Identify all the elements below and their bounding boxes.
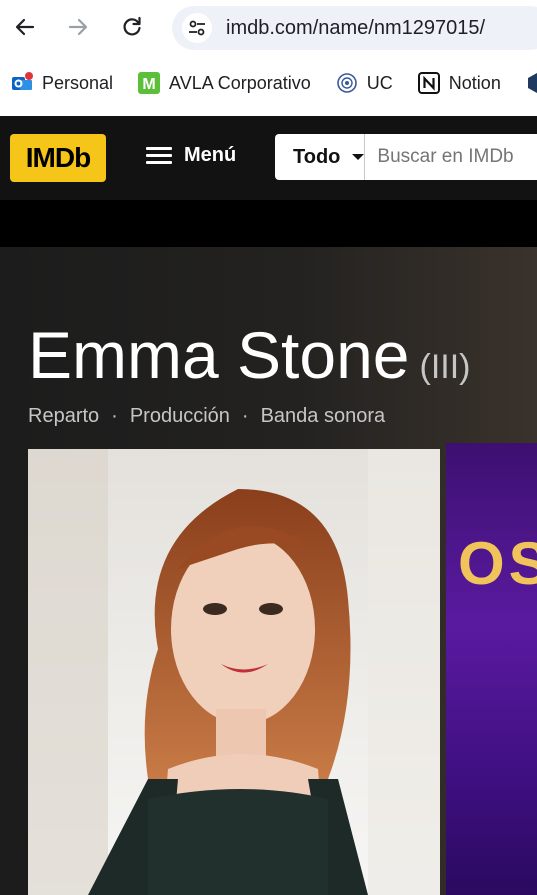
person-name-suffix: (III) (419, 348, 471, 386)
person-roles: Reparto · Producción · Banda sonora (28, 405, 385, 428)
separator-dot: · (111, 405, 118, 427)
notion-icon (417, 71, 441, 95)
search-input[interactable] (365, 137, 537, 177)
outlook-icon (10, 71, 34, 95)
bookmark-label: Notion (448, 72, 501, 93)
bookmark-uc[interactable]: UC (335, 71, 393, 95)
role-item: Producción (129, 405, 230, 427)
bookmark-notion[interactable]: Notion (417, 71, 501, 95)
bookmark-label: Personal (42, 72, 114, 93)
imdb-header: IMDb Menú Todo (0, 116, 537, 200)
svg-text:M: M (142, 76, 155, 93)
page-title: Emma Stone (III) (28, 317, 470, 393)
bookmark-avla[interactable]: M AVLA Corporativo (137, 71, 311, 95)
bookmark-overflow[interactable] (525, 71, 537, 95)
person-photo[interactable] (28, 449, 440, 895)
bookmark-personal[interactable]: Personal (10, 71, 113, 95)
hamburger-icon (146, 146, 172, 165)
forward-arrow-icon[interactable] (63, 12, 93, 42)
separator-dot: · (241, 405, 249, 427)
role-item: Reparto (28, 405, 100, 427)
reload-icon[interactable] (117, 12, 147, 42)
avla-m-icon: M (137, 71, 161, 95)
search-category-dropdown[interactable]: Todo (275, 134, 366, 180)
featured-video-poster[interactable]: OS (446, 443, 537, 895)
poster-title: OS (458, 530, 537, 597)
search-category-label: Todo (293, 145, 341, 168)
bookmarks-bar: Personal M AVLA Corporativo UC Notion (0, 66, 537, 100)
header-band (0, 200, 537, 247)
browser-chrome: imdb.com/name/nm1297015/ Personal M AVLA… (0, 0, 537, 116)
caret-down-icon (352, 154, 365, 160)
address-bar[interactable]: imdb.com/name/nm1297015/ (172, 6, 537, 50)
back-arrow-icon[interactable] (10, 12, 40, 42)
site-settings-icon[interactable] (182, 13, 212, 43)
bookmark-label: AVLA Corporativo (169, 72, 311, 93)
person-name: Emma Stone (28, 318, 410, 392)
bookmark-icon (525, 71, 537, 95)
person-hero: Emma Stone (III) Reparto · Producción · B… (0, 247, 537, 895)
search-bar: Todo (275, 134, 537, 180)
imdb-logo[interactable]: IMDb (10, 134, 106, 182)
menu-button[interactable]: Menú (146, 144, 236, 167)
role-item: Banda sonora (260, 405, 386, 427)
menu-label: Menú (184, 144, 237, 166)
portrait-image (28, 449, 440, 895)
bookmark-label: UC (366, 72, 393, 93)
url-text[interactable]: imdb.com/name/nm1297015/ (226, 17, 485, 40)
uc-seal-icon (335, 71, 359, 95)
